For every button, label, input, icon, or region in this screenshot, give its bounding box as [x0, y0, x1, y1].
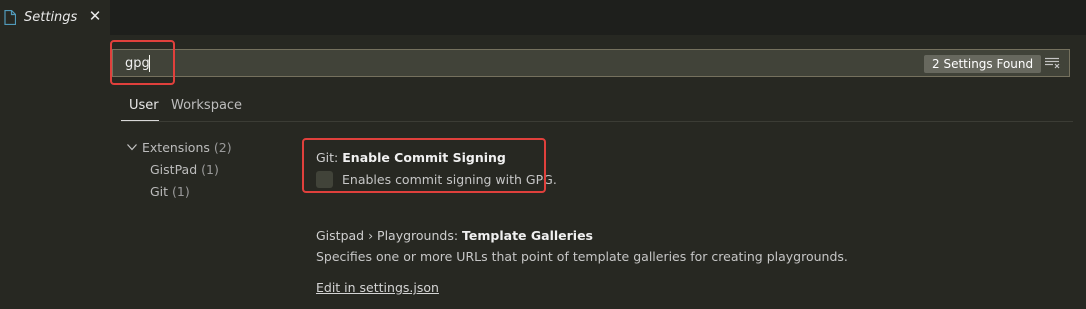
toc-count: (2) [213, 140, 232, 155]
editor-tab-bar: Settings ✕ [0, 0, 1086, 35]
toc-count: (1) [201, 162, 219, 177]
toc-item-git[interactable]: Git (1) [150, 184, 190, 199]
chevron-down-icon[interactable] [127, 144, 137, 151]
search-highlight-box [110, 40, 175, 85]
close-icon[interactable]: ✕ [88, 9, 102, 24]
setting-highlight-box [302, 138, 546, 193]
file-icon [4, 10, 16, 25]
toc-label: Git [150, 184, 169, 199]
toc-item-gistpad[interactable]: GistPad (1) [150, 162, 219, 177]
setting-title: Gistpad › Playgrounds: Template Gallerie… [316, 228, 593, 243]
active-tab-underline [121, 120, 159, 121]
setting-gistpad-template-galleries: Gistpad › Playgrounds: Template Gallerie… [316, 228, 848, 295]
settings-tab[interactable]: Settings ✕ [0, 0, 110, 35]
toc-label: GistPad [150, 162, 198, 177]
results-count-badge: 2 Settings Found [924, 55, 1042, 73]
setting-category: Gistpad › Playgrounds: [316, 228, 463, 243]
setting-description: Specifies one or more URLs that point of… [316, 249, 848, 264]
tab-workspace[interactable]: Workspace [171, 98, 242, 113]
edit-in-settings-json-link[interactable]: Edit in settings.json [316, 280, 439, 295]
clear-filter-icon[interactable] [1045, 57, 1060, 69]
tab-label: Settings [24, 10, 78, 25]
toc-item-extensions[interactable]: Extensions (2) [142, 140, 232, 155]
tab-user[interactable]: User [129, 98, 159, 113]
setting-name: Template Galleries [462, 228, 593, 243]
toc-count: (1) [172, 184, 190, 199]
toc-label: Extensions [142, 140, 210, 155]
scope-divider [121, 121, 1073, 122]
